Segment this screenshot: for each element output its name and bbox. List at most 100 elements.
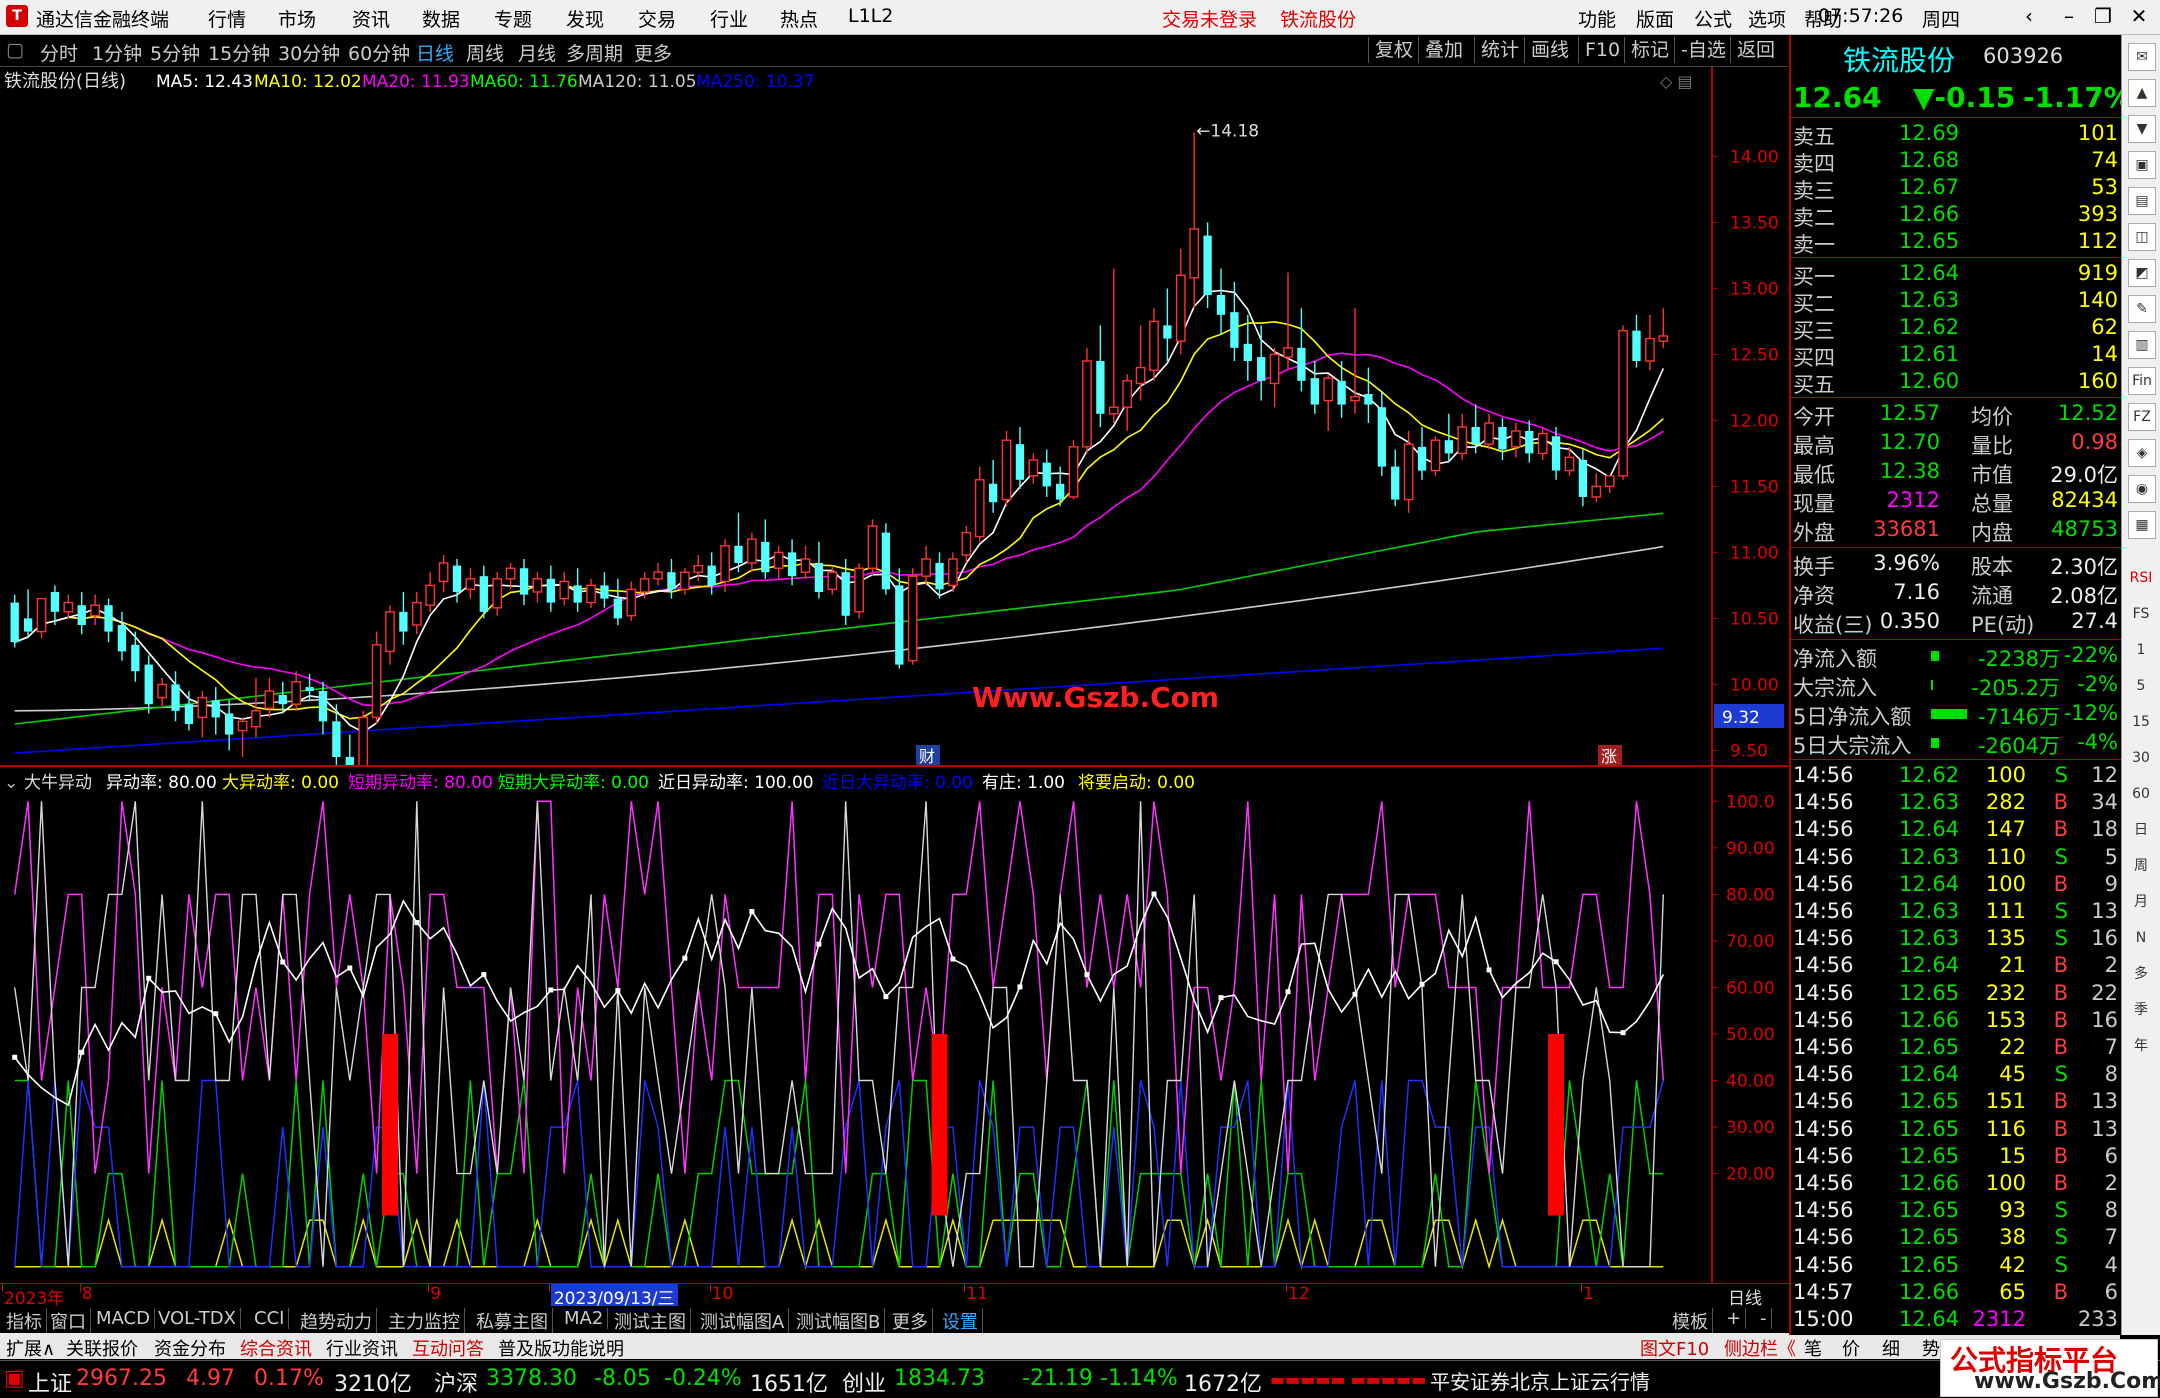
menu-item-1[interactable]: 市场 <box>278 5 316 32</box>
login-status[interactable]: 交易未登录 <box>1162 5 1257 32</box>
tool-button-4[interactable]: F10 <box>1578 37 1626 63</box>
indicator-chart[interactable]: ⌄ 大牛异动 异动率: 80.00 大异动率: 0.00 短期异动率: 80.00 短期大… <box>0 768 1788 1283</box>
sidebar-tool-icon-12[interactable]: ◉ <box>2128 475 2156 503</box>
ext-tab-right-1[interactable]: 侧边栏《 <box>1720 1335 1800 1361</box>
ext-tab-1[interactable]: 关联报价 <box>62 1335 142 1361</box>
indicator-tab-11[interactable]: 测试幅图B <box>792 1308 886 1334</box>
ext-tab-right-2[interactable]: 笔 <box>1800 1335 1826 1361</box>
menu-item-7[interactable]: 行业 <box>710 5 748 32</box>
sidebar-tool-icon-2[interactable]: ▼ <box>2128 115 2156 143</box>
ext-tab-6[interactable]: 普及版功能说明 <box>494 1335 628 1361</box>
ext-tab-right-3[interactable]: 价 <box>1838 1335 1864 1361</box>
candlestick-chart[interactable]: 铁流股份(日线) MA5: 12.43 MA10: 12.02 MA20: 11.93… <box>0 67 1788 765</box>
ext-tab-4[interactable]: 行业资讯 <box>322 1335 402 1361</box>
ask-row-2[interactable]: 卖三 12.67 53 <box>1791 175 2122 203</box>
sidebar-tool-icon-9[interactable]: Fin <box>2128 367 2156 395</box>
sidebar-tool-icon-4[interactable]: ▤ <box>2128 187 2156 215</box>
menu-item-6[interactable]: 交易 <box>638 5 676 32</box>
tab-right-0[interactable]: 模板 <box>1668 1308 1713 1334</box>
sidebar-tool-icon-1[interactable]: ▲ <box>2128 79 2156 107</box>
menu-item-8[interactable]: 热点 <box>780 5 818 32</box>
indicator-tab-1[interactable]: 窗口 <box>46 1308 91 1334</box>
indicator-tab-0[interactable]: 指标 <box>2 1308 47 1334</box>
sidebar-label-2[interactable]: 1 <box>2128 637 2154 663</box>
bid-row-4[interactable]: 买五 12.60 160 <box>1791 369 2122 397</box>
back-icon[interactable]: ‹ <box>2014 2 2044 30</box>
menu-item-4[interactable]: 专题 <box>494 5 532 32</box>
period-4[interactable]: 30分钟 <box>278 39 340 66</box>
indicator-tab-3[interactable]: VOL-TDX <box>154 1308 241 1329</box>
ext-tab-3[interactable]: 综合资讯 <box>236 1335 316 1361</box>
bid-row-2[interactable]: 买三 12.62 62 <box>1791 315 2122 343</box>
menu-item-5[interactable]: 发现 <box>566 5 604 32</box>
limit-marker[interactable]: 涨 <box>1601 747 1617 765</box>
period-8[interactable]: 月线 <box>518 39 556 66</box>
bid-row-0[interactable]: 买一 12.64 919 <box>1791 261 2122 289</box>
sidebar-tool-icon-10[interactable]: FZ <box>2128 403 2156 431</box>
sidebar-label-7[interactable]: 日 <box>2128 817 2154 843</box>
menu-item-3[interactable]: 数据 <box>422 5 460 32</box>
sidebar-label-8[interactable]: 周 <box>2128 853 2154 879</box>
minimize-icon[interactable]: – <box>2054 2 2084 30</box>
bid-row-3[interactable]: 买四 12.61 14 <box>1791 342 2122 370</box>
sidebar-tool-icon-0[interactable]: ✉ <box>2128 43 2156 71</box>
status-index-name-1[interactable]: 沪深 <box>434 1366 478 1398</box>
sidebar-tool-icon-3[interactable]: ▣ <box>2128 151 2156 179</box>
indicator-tab-7[interactable]: 私募主图 <box>472 1308 553 1334</box>
indicator-tab-6[interactable]: 主力监控 <box>384 1308 465 1334</box>
period-6[interactable]: 日线 <box>416 39 454 66</box>
tool-button-7[interactable]: 返回 <box>1730 37 1781 63</box>
finance-marker[interactable]: 财 <box>919 747 935 765</box>
menu-right-item-3[interactable]: 选项 <box>1748 5 1786 32</box>
tool-button-5[interactable]: 标记 <box>1624 37 1675 63</box>
sidebar-tool-icon-5[interactable]: ◫ <box>2128 223 2156 251</box>
menu-right-item-2[interactable]: 公式 <box>1694 5 1732 32</box>
ext-tab-2[interactable]: 资金分布 <box>150 1335 230 1361</box>
tool-button-2[interactable]: 统计 <box>1474 37 1525 63</box>
collapse-icon[interactable]: ▢ <box>6 39 24 61</box>
indicator-tab-2[interactable]: MACD <box>92 1308 155 1329</box>
sidebar-label-5[interactable]: 30 <box>2128 745 2154 771</box>
panel-divider[interactable] <box>0 765 1788 767</box>
menu-item-0[interactable]: 行情 <box>208 5 246 32</box>
sidebar-tool-icon-6[interactable]: ◩ <box>2128 259 2156 287</box>
sidebar-tool-icon-13[interactable]: ▦ <box>2128 511 2156 539</box>
ask-row-0[interactable]: 卖五 12.69 101 <box>1791 121 2122 149</box>
period-10[interactable]: 更多 <box>634 39 672 66</box>
chart-options-icon[interactable]: ◇ ▤ <box>1660 72 1693 91</box>
sub-collapse-icon[interactable]: ⌄ <box>4 773 18 793</box>
status-index-name-0[interactable]: 上证 <box>28 1366 72 1398</box>
tab-right-1[interactable]: + <box>1722 1308 1747 1329</box>
tool-button-3[interactable]: 画线 <box>1524 37 1575 63</box>
indicator-tab-10[interactable]: 测试幅图A <box>696 1308 790 1334</box>
indicator-tab-9[interactable]: 测试主图 <box>610 1308 691 1334</box>
sidebar-label-6[interactable]: 60 <box>2128 781 2154 807</box>
restore-icon[interactable]: ❐ <box>2088 2 2118 30</box>
sidebar-label-12[interactable]: 季 <box>2128 997 2154 1023</box>
close-icon[interactable]: ✕ <box>2124 2 2154 30</box>
period-7[interactable]: 周线 <box>466 39 504 66</box>
sidebar-tool-icon-8[interactable]: ▥ <box>2128 331 2156 359</box>
period-1[interactable]: 1分钟 <box>92 39 142 66</box>
menu-right-item-4[interactable]: 帮助 <box>1804 5 1842 32</box>
sidebar-label-4[interactable]: 15 <box>2128 709 2154 735</box>
menu-item-2[interactable]: 资讯 <box>352 5 390 32</box>
indicator-tab-13[interactable]: 设置 <box>938 1308 983 1334</box>
indicator-tab-8[interactable]: MA2 <box>560 1308 609 1329</box>
sidebar-label-0[interactable]: RSI <box>2128 565 2154 591</box>
indicator-tab-5[interactable]: 趋势动力 <box>296 1308 377 1334</box>
sidebar-label-3[interactable]: 5 <box>2128 673 2154 699</box>
menu-right-item-1[interactable]: 版面 <box>1636 5 1674 32</box>
bid-row-1[interactable]: 买二 12.63 140 <box>1791 288 2122 316</box>
period-2[interactable]: 5分钟 <box>150 39 200 66</box>
ext-tab-right-4[interactable]: 细 <box>1878 1335 1904 1361</box>
sidebar-tool-icon-11[interactable]: ◈ <box>2128 439 2156 467</box>
indicator-tab-12[interactable]: 更多 <box>888 1308 933 1334</box>
sidebar-tool-icon-7[interactable]: ✎ <box>2128 295 2156 323</box>
period-5[interactable]: 60分钟 <box>348 39 410 66</box>
period-0[interactable]: 分时 <box>40 39 78 66</box>
menu-item-9[interactable]: L1L2 <box>848 5 893 27</box>
tab-right-2[interactable]: - <box>1756 1308 1772 1329</box>
ext-tab-right-0[interactable]: 图文F10 <box>1636 1335 1713 1361</box>
ext-tab-0[interactable]: 扩展∧ <box>2 1335 59 1361</box>
